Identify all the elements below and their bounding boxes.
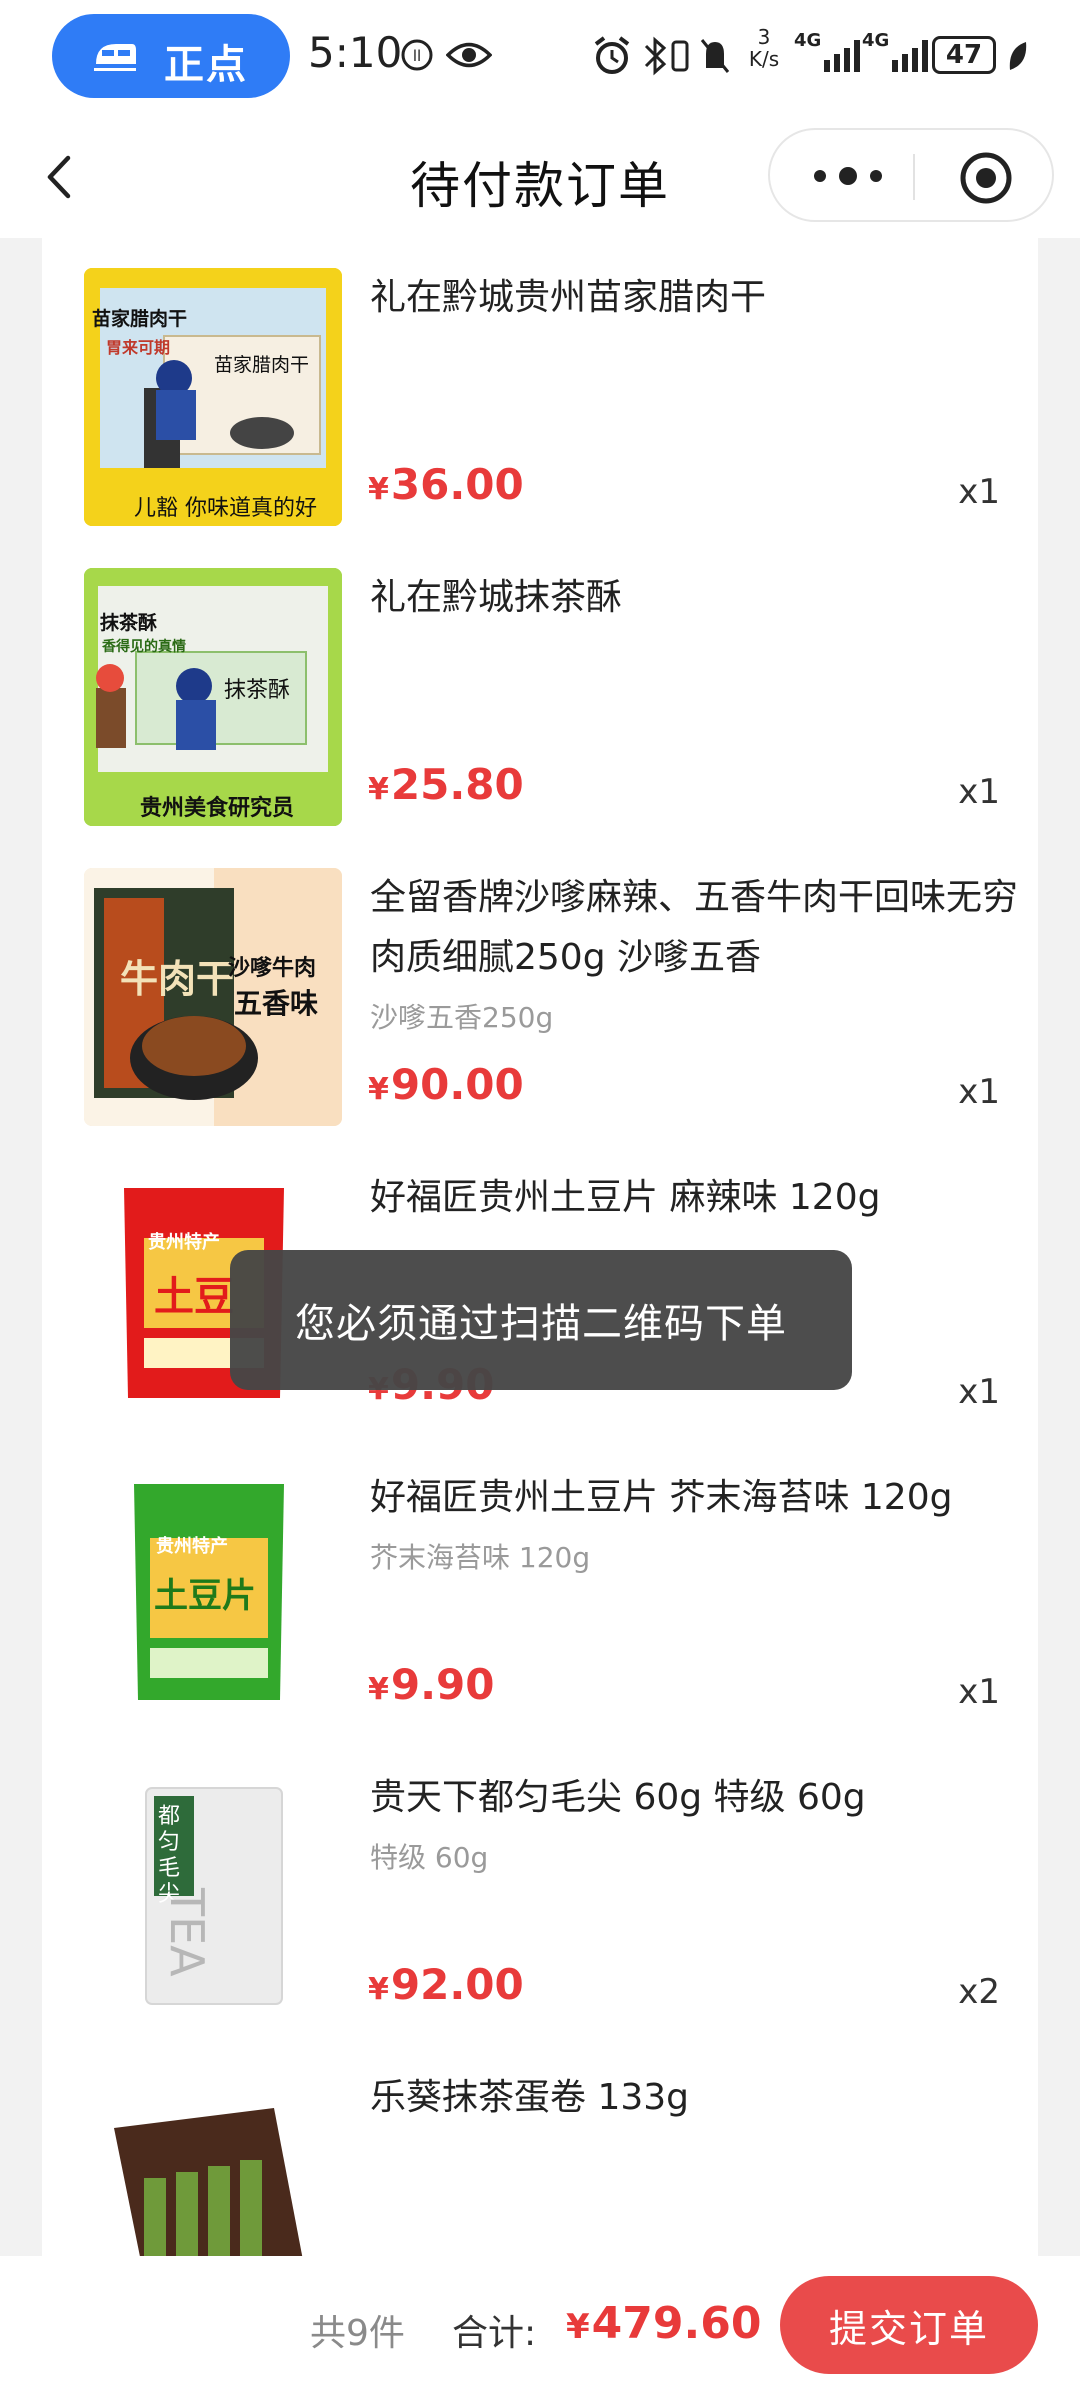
signal-bars-icon <box>892 40 928 72</box>
currency-symbol: ¥ <box>368 1072 389 1107</box>
price-value: 90.00 <box>390 1060 524 1109</box>
product-quantity: x2 <box>958 1972 1000 2012</box>
currency-symbol: ¥ <box>368 472 389 507</box>
product-name: 礼在黔城抹茶酥 <box>370 577 623 618</box>
image-text: 沙嗲牛肉 <box>228 956 317 981</box>
product-image-art <box>84 568 342 826</box>
product-image-art <box>84 2068 342 2258</box>
image-text: 牛肉干 <box>120 957 235 1001</box>
product-price: ¥36.00 <box>368 460 524 509</box>
product-image: 都匀毛尖 TEA <box>84 1768 342 2026</box>
currency-symbol: ¥ <box>368 1972 389 2007</box>
order-items-card: 苗家腊肉干 胃来可期 苗家腊肉干 儿豁 你味道真的好 礼在黔城贵州苗家腊肉干 ¥… <box>42 238 1038 2258</box>
submit-order-button[interactable]: 提交订单 <box>780 2276 1038 2374</box>
eye-icon <box>446 42 492 68</box>
image-text: 香得见的真情 <box>102 639 186 655</box>
list-item[interactable]: 抹茶酥 香得见的真情 抹茶酥 贵州美食研究员 礼在黔城抹茶酥 ¥25.80 x1 <box>42 538 1038 838</box>
price-value: 36.00 <box>390 460 524 509</box>
signal-2: 4G <box>858 26 938 86</box>
net-speed-value: 3 <box>757 25 771 49</box>
checkout-bar: 共9件 合计: ¥479.60 提交订单 <box>0 2256 1080 2400</box>
product-quantity: x1 <box>958 1672 1000 1712</box>
image-text: 贵州特产 <box>148 1232 220 1253</box>
image-text: 贵州美食研究员 <box>140 796 295 821</box>
list-item[interactable]: 贵州特产 土豆片 好福匠贵州土豆片 芥末海苔味 120g 芥末海苔味 120g … <box>42 1438 1038 1738</box>
pill-label: 正点 <box>164 42 248 88</box>
product-image: 贵州特产 土豆片 <box>84 1468 342 1726</box>
product-price: ¥92.00 <box>368 1960 524 2009</box>
train-icon <box>94 44 136 71</box>
product-quantity: x1 <box>958 1372 1000 1412</box>
toast-message: 您必须通过扫描二维码下单 <box>230 1250 852 1390</box>
total-value: 479.60 <box>591 2298 762 2349</box>
total-amount: ¥479.60 <box>566 2298 761 2349</box>
close-miniprogram-icon[interactable] <box>958 150 1014 206</box>
miniprogram-capsule <box>768 128 1054 222</box>
leaf-icon <box>1009 42 1027 70</box>
product-quantity: x1 <box>958 1072 1000 1112</box>
list-item[interactable]: 苗家腊肉干 胃来可期 苗家腊肉干 儿豁 你味道真的好 礼在黔城贵州苗家腊肉干 ¥… <box>42 238 1038 538</box>
capsule-divider <box>913 154 915 200</box>
sync-icon: ll <box>401 39 433 71</box>
nav-header: 待付款订单 <box>0 116 1080 238</box>
product-image: 抹茶酥 香得见的真情 抹茶酥 贵州美食研究员 <box>84 568 342 826</box>
net-speed-unit: K/s <box>748 47 780 71</box>
product-variant: 特级 60g <box>370 1841 489 1874</box>
image-text: 贵州特产 <box>156 1536 228 1557</box>
mute-icon <box>700 39 730 73</box>
product-variant: 芥末海苔味 120g <box>370 1541 591 1574</box>
product-name: 礼在黔城贵州苗家腊肉干 <box>370 277 767 318</box>
image-text: 五香味 <box>234 987 319 1020</box>
product-quantity: x1 <box>958 472 1000 512</box>
product-quantity: x1 <box>958 772 1000 812</box>
more-options-icon[interactable] <box>810 166 886 186</box>
product-name: 好福匠贵州土豆片 芥末海苔味 120g <box>370 1477 953 1518</box>
product-image: 牛肉干 沙嗲牛肉 五香味 <box>84 868 342 1126</box>
product-price: ¥25.80 <box>368 760 524 809</box>
currency-symbol: ¥ <box>368 772 389 807</box>
product-price: ¥90.00 <box>368 1060 524 1109</box>
price-value: 92.00 <box>390 1960 524 2009</box>
battery-level: 47 <box>945 40 983 70</box>
battery-indicator: 47 <box>932 36 996 74</box>
product-variant: 沙嗲五香250g <box>370 1001 554 1034</box>
product-name: 贵天下都匀毛尖 60g 特级 60g <box>370 1777 866 1818</box>
image-text: 抹茶酥 <box>100 612 158 634</box>
vibrate-icon <box>671 40 689 72</box>
high-speed-rail-pill[interactable]: 正点 <box>52 14 290 98</box>
list-item[interactable]: 乐葵抹茶蛋卷 133g <box>42 2038 1038 2258</box>
list-item[interactable]: 牛肉干 沙嗲牛肉 五香味 全留香牌沙嗲麻辣、五香牛肉干回味无穷肉质细腻250g … <box>42 838 1038 1138</box>
product-price: ¥9.90 <box>368 1660 495 1709</box>
image-text: TEA <box>160 1888 214 1977</box>
image-text: 抹茶酥 <box>224 678 291 703</box>
product-image <box>84 2068 342 2258</box>
total-label: 合计: <box>452 2313 537 2354</box>
image-text: 苗家腊肉干 <box>92 308 188 330</box>
image-text: 儿豁 你味道真的好 <box>134 496 317 521</box>
clock: 5:10 <box>308 28 403 77</box>
alarm-icon <box>594 36 630 74</box>
svg-text:ll: ll <box>413 47 421 65</box>
price-value: 25.80 <box>390 760 524 809</box>
product-name: 好福匠贵州土豆片 麻辣味 120g <box>370 1177 881 1218</box>
image-text: 胃来可期 <box>106 338 171 357</box>
bluetooth-icon <box>644 36 667 76</box>
currency-symbol: ¥ <box>566 2307 590 2347</box>
image-text: 苗家腊肉干 <box>214 354 310 376</box>
product-name: 全留香牌沙嗲麻辣、五香牛肉干回味无穷肉质细腻250g 沙嗲五香 <box>370 877 1019 978</box>
image-text: 土豆 <box>154 1274 234 1320</box>
image-text: 土豆片 <box>154 1576 256 1616</box>
currency-symbol: ¥ <box>368 1672 389 1707</box>
price-value: 9.90 <box>390 1660 495 1709</box>
net-speed: 3 K/s <box>744 26 784 86</box>
item-count: 共9件 <box>310 2313 405 2354</box>
product-name: 乐葵抹茶蛋卷 133g <box>370 2077 690 2118</box>
product-image: 苗家腊肉干 胃来可期 苗家腊肉干 儿豁 你味道真的好 <box>84 268 342 526</box>
list-item[interactable]: 都匀毛尖 TEA 贵天下都匀毛尖 60g 特级 60g 特级 60g ¥92.0… <box>42 1738 1038 2038</box>
status-bar: 正点 5:10 ll 3 K/s 4G 4G 47 <box>0 0 1080 116</box>
